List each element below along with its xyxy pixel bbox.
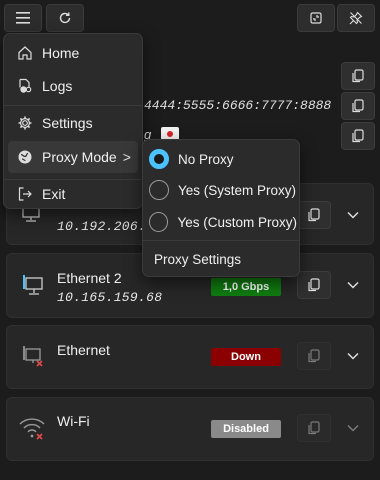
copy-button[interactable]	[297, 414, 331, 442]
menu-item-label: Proxy Mode	[42, 149, 117, 165]
menu-separator	[143, 240, 299, 241]
copy-icon	[352, 69, 364, 83]
copy-button[interactable]	[297, 201, 331, 229]
refresh-icon	[59, 12, 71, 24]
copy-button[interactable]	[341, 122, 375, 150]
unpin-icon	[349, 11, 363, 25]
copy-button[interactable]	[297, 271, 331, 299]
menu-item-settings[interactable]: Settings	[8, 107, 138, 139]
proxy-mode-submenu: No Proxy Yes (System Proxy) Yes (Custom …	[142, 139, 300, 277]
menu-item-exit[interactable]: Exit	[8, 180, 138, 208]
ipv6-address-fragment: 4444:5555:6666:7777:8888	[144, 98, 332, 113]
copy-button[interactable]	[297, 342, 331, 370]
adapter-name: Wi-Fi	[57, 413, 90, 429]
unpin-button[interactable]	[337, 4, 375, 32]
chevron-down-icon	[347, 352, 359, 360]
expand-chevron-button[interactable]	[343, 205, 363, 225]
expand-chevron-button[interactable]	[343, 275, 363, 295]
network-adapter-icon	[20, 206, 40, 222]
proxy-option-custom-proxy[interactable]: Yes (Custom Proxy)	[147, 207, 297, 237]
adapter-ip: 10.192.206.1	[57, 219, 155, 234]
proxy-settings-label: Proxy Settings	[154, 251, 242, 267]
expand-chevron-button[interactable]	[343, 346, 363, 366]
status-badge: 1,0 Gbps	[211, 278, 281, 296]
menu-item-logs[interactable]: Logs	[8, 70, 138, 102]
adapter-name: Ethernet 2	[57, 270, 122, 286]
radio-icon[interactable]	[149, 212, 169, 232]
chevron-down-icon	[347, 281, 359, 289]
proxy-option-label: No Proxy	[178, 151, 234, 167]
menu-item-label: Home	[42, 45, 80, 61]
ethernet-disconnected-icon	[20, 344, 46, 370]
copy-icon	[308, 208, 320, 222]
menu-separator	[4, 105, 142, 106]
expand-chevron-button[interactable]	[343, 418, 363, 438]
adapter-name: Ethernet	[57, 342, 110, 358]
radio-icon[interactable]	[149, 180, 169, 200]
copy-icon	[308, 349, 320, 363]
proxy-option-label: Yes (Custom Proxy)	[177, 214, 297, 230]
gear-icon	[16, 114, 34, 132]
proxy-option-no-proxy[interactable]: No Proxy	[147, 144, 297, 174]
logs-icon	[16, 77, 34, 95]
copy-button[interactable]	[341, 62, 375, 90]
copy-icon	[352, 99, 364, 113]
menu-item-proxy-mode[interactable]: Proxy Mode >	[8, 141, 138, 173]
proxy-option-label: Yes (System Proxy)	[178, 182, 297, 198]
submenu-indicator: >	[122, 149, 131, 165]
status-badge: Down	[211, 348, 281, 366]
proxy-settings-item[interactable]: Proxy Settings	[147, 244, 297, 274]
adapter-ip: 10.165.159.68	[57, 290, 163, 305]
copy-icon	[308, 421, 320, 435]
compact-view-button[interactable]	[297, 4, 335, 32]
ethernet-icon	[20, 273, 46, 299]
hamburger-icon	[16, 12, 30, 24]
compact-view-icon	[310, 12, 322, 24]
globe-icon	[16, 148, 34, 166]
main-menu: Home Logs Settings Proxy Mode > Exit	[3, 33, 143, 209]
home-icon	[16, 44, 34, 62]
copy-icon	[352, 129, 364, 143]
status-badge: Disabled	[211, 420, 281, 438]
refresh-button[interactable]	[46, 4, 84, 32]
exit-icon	[16, 185, 34, 203]
chevron-down-icon	[347, 424, 359, 432]
copy-icon	[308, 278, 320, 292]
proxy-option-system-proxy[interactable]: Yes (System Proxy)	[147, 175, 297, 205]
menu-item-label: Logs	[42, 78, 73, 94]
menu-item-label: Settings	[42, 115, 93, 131]
chevron-down-icon	[347, 211, 359, 219]
menu-item-home[interactable]: Home	[8, 37, 138, 69]
copy-button[interactable]	[341, 92, 375, 120]
radio-selected-icon[interactable]	[149, 149, 169, 169]
wifi-disabled-icon	[18, 416, 46, 442]
menu-item-label: Exit	[42, 186, 66, 202]
hamburger-menu-button[interactable]	[4, 4, 42, 32]
